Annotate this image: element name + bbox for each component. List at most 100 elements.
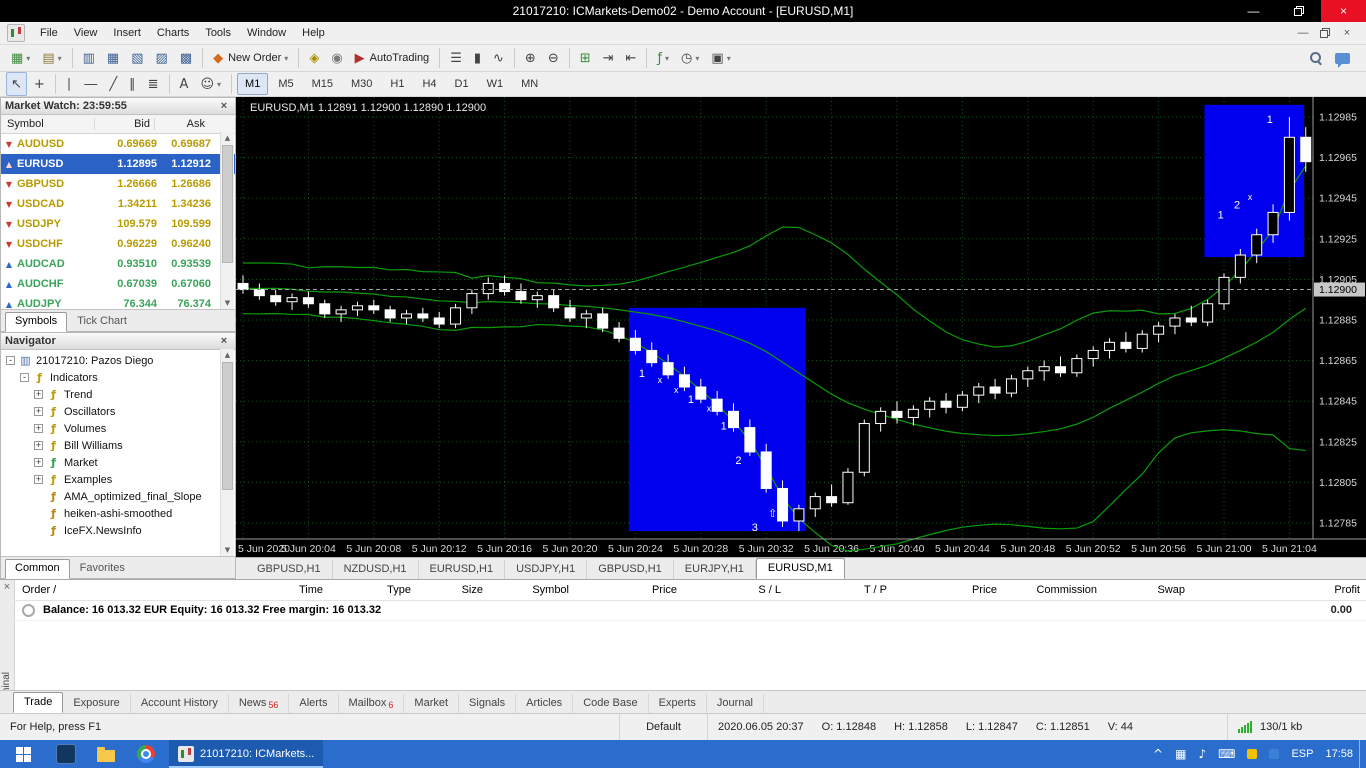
chart-window[interactable]: 1.12985 1.12965 1.12945 1.12925 1.12905 1.128… <box>236 97 1366 557</box>
navigator-item-examples[interactable]: + ƒ Examples <box>1 471 235 488</box>
terminal-column-order[interactable]: Order / <box>14 584 94 596</box>
terminal-tab-code-base[interactable]: Code Base <box>573 694 649 713</box>
chrome-button[interactable] <box>126 740 166 768</box>
market-watch-toggle[interactable]: ▥ <box>78 46 100 70</box>
periods-button[interactable]: ◷ ▾ <box>676 46 704 70</box>
market-watch-row-audchf[interactable]: ▲ AUDCHF 0.67039 0.67060 <box>1 274 235 294</box>
trendline-tool[interactable]: ╱ <box>104 72 122 96</box>
new-chart-button-dropdown-arrow[interactable]: ▾ <box>26 54 30 63</box>
titlebar[interactable]: 21017210: ICMarkets-Demo02 - Demo Accoun… <box>0 0 1366 22</box>
zoom-out-button[interactable]: ⊖ <box>543 46 564 70</box>
expand-icon[interactable]: + <box>34 407 43 416</box>
indicators-button-dropdown-arrow[interactable]: ▾ <box>665 54 669 63</box>
navigator-item-21017210-pazos-diego[interactable]: - ▥ 21017210: Pazos Diego <box>1 352 235 369</box>
scrollbar-thumb[interactable] <box>222 145 233 263</box>
expand-icon[interactable]: + <box>34 458 43 467</box>
autotrading-button[interactable]: ▶ AutoTrading <box>350 46 435 70</box>
show-desktop-button[interactable] <box>1359 740 1366 768</box>
restore-button[interactable] <box>1276 0 1321 22</box>
terminal-tab-market[interactable]: Market <box>404 694 460 713</box>
navigator-item-icefx-newsinfo[interactable]: ƒ IceFX.NewsInfo <box>1 522 235 539</box>
terminal-tab-exposure[interactable]: Exposure <box>63 694 131 713</box>
chart-close-button[interactable]: × <box>1336 24 1358 42</box>
tray-volume-icon[interactable]: ♪ <box>1192 740 1212 768</box>
terminal-column-size[interactable]: Size <box>417 584 489 596</box>
bid-column-header[interactable]: Bid <box>95 118 155 130</box>
metaeditor-button[interactable]: ◈ <box>304 46 324 70</box>
channel-tool[interactable]: ∥ <box>124 72 141 96</box>
collapse-icon[interactable]: - <box>6 356 15 365</box>
navigator-item-bill-williams[interactable]: + ƒ Bill Williams <box>1 437 235 454</box>
scroll-up-icon[interactable]: ▲ <box>221 349 234 362</box>
status-profile[interactable]: Default <box>620 714 708 740</box>
navigator-toggle[interactable]: ▧ <box>126 46 148 70</box>
expand-icon[interactable]: + <box>34 475 43 484</box>
menu-file[interactable]: File <box>32 23 66 44</box>
indicators-button[interactable]: ƒ ▾ <box>652 46 674 70</box>
terminal-tab-account-history[interactable]: Account History <box>131 694 229 713</box>
navigator-item-market[interactable]: + ƒ Market <box>1 454 235 471</box>
timeframe-mn[interactable]: MN <box>513 73 546 95</box>
timeframe-d1[interactable]: D1 <box>447 73 477 95</box>
timeframe-m30[interactable]: M30 <box>343 73 380 95</box>
terminal-tab-experts[interactable]: Experts <box>649 694 707 713</box>
terminal-column-price[interactable]: Price <box>893 584 1003 596</box>
navigator-item-oscillators[interactable]: + ƒ Oscillators <box>1 403 235 420</box>
tray-app-icon-1[interactable] <box>1241 740 1263 768</box>
scroll-up-icon[interactable]: ▲ <box>221 132 234 145</box>
terminal-column-type[interactable]: Type <box>329 584 417 596</box>
menu-charts[interactable]: Charts <box>149 23 197 44</box>
timeframe-h1[interactable]: H1 <box>382 73 412 95</box>
market-watch-row-usdjpy[interactable]: ▼ USDJPY 109.579 109.599 <box>1 214 235 234</box>
terminal-column-swap[interactable]: Swap <box>1103 584 1191 596</box>
candles-chart-button[interactable]: ▮ <box>469 46 486 70</box>
data-window-toggle[interactable]: ▦ <box>102 46 124 70</box>
tile-windows-button[interactable]: ⊞ <box>575 46 596 70</box>
market-watch-row-audusd[interactable]: ▼ AUDUSD 0.69669 0.69687 <box>1 134 235 154</box>
menu-tools[interactable]: Tools <box>197 23 239 44</box>
fibonacci-tool[interactable]: ≣ <box>143 72 164 96</box>
chart-tab-4-gbpusd-h1[interactable]: GBPUSD,H1 <box>587 560 674 579</box>
symbol-column-header[interactable]: Symbol <box>1 118 95 130</box>
terminal-close-button[interactable]: × <box>0 580 14 594</box>
periods-button-dropdown-arrow[interactable]: ▾ <box>695 54 699 63</box>
market-watch-row-eurusd[interactable]: ▲ EURUSD 1.12895 1.12912 <box>1 154 235 174</box>
market-watch-titlebar[interactable]: Market Watch: 23:59:55 × <box>1 98 235 115</box>
navigator-tab-favorites[interactable]: Favorites <box>71 560 134 578</box>
bars-chart-button[interactable]: ☰ <box>445 46 467 70</box>
navigator-item-volumes[interactable]: + ƒ Volumes <box>1 420 235 437</box>
menu-help[interactable]: Help <box>294 23 333 44</box>
profiles-button-dropdown-arrow[interactable]: ▾ <box>58 54 62 63</box>
menu-insert[interactable]: Insert <box>105 23 149 44</box>
strategy-tester-toggle[interactable]: ▩ <box>175 46 197 70</box>
line-chart-button[interactable]: ∿ <box>488 46 509 70</box>
terminal-tab-mailbox[interactable]: Mailbox 6 <box>339 694 405 713</box>
crosshair-tool[interactable]: + <box>29 72 50 96</box>
new-order-button[interactable]: ◆ New Order ▾ <box>208 46 293 70</box>
navigator-item-indicators[interactable]: - ƒ Indicators <box>1 369 235 386</box>
profiles-button[interactable]: ▤ ▾ <box>37 46 66 70</box>
mt4-task-button[interactable]: 21017210: ICMarkets... <box>169 740 324 768</box>
templates-button-dropdown-arrow[interactable]: ▾ <box>727 54 731 63</box>
new-chart-button[interactable]: ▦ ▾ <box>6 46 35 70</box>
collapse-icon[interactable]: - <box>20 373 29 382</box>
chart-tab-5-eurjpy-h1[interactable]: EURJPY,H1 <box>674 560 756 579</box>
terminal-column-t-p[interactable]: T / P <box>787 584 893 596</box>
arrows-tool[interactable]: ☺ ▾ <box>195 72 226 96</box>
text-tool[interactable]: A <box>175 72 194 96</box>
terminal-tab-journal[interactable]: Journal <box>707 694 764 713</box>
navigator-titlebar[interactable]: Navigator × <box>1 333 235 350</box>
market-watch-tab-tick-chart[interactable]: Tick Chart <box>68 313 136 331</box>
market-watch-close-button[interactable]: × <box>217 100 231 112</box>
templates-button[interactable]: ▣ ▾ <box>706 46 735 70</box>
terminal-toggle[interactable]: ▨ <box>151 46 173 70</box>
timeframe-w1[interactable]: W1 <box>479 73 512 95</box>
chat-button[interactable] <box>1330 46 1355 70</box>
tray-network-icon[interactable]: ▦ <box>1169 740 1192 768</box>
minimize-button[interactable]: — <box>1231 0 1276 22</box>
chart-tab-2-eurusd-h1[interactable]: EURUSD,H1 <box>419 560 506 579</box>
market-watch-tab-symbols[interactable]: Symbols <box>5 312 68 332</box>
tray-expand-button[interactable]: ^ <box>1147 740 1169 768</box>
scrollbar-thumb[interactable] <box>222 362 233 490</box>
cursor-tool[interactable]: ↖ <box>6 72 27 96</box>
